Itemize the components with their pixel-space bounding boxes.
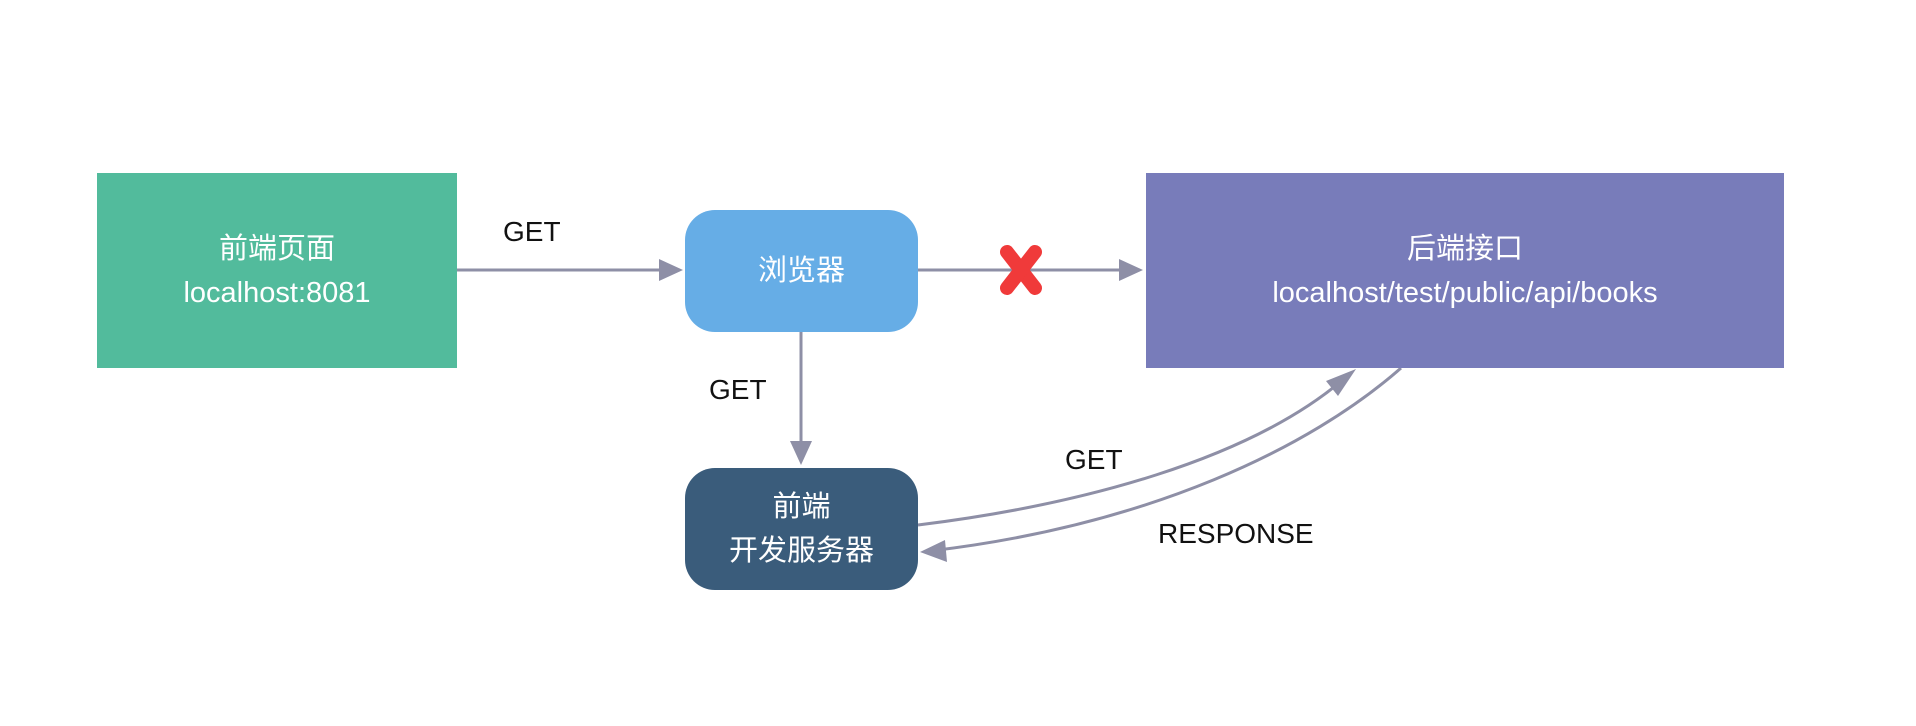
edge-label-browser-to-devserver: GET bbox=[709, 374, 767, 405]
dev-server-title-line2: 开发服务器 bbox=[728, 535, 874, 567]
browser-title: 浏览器 bbox=[757, 255, 845, 287]
frontend-page-node: 前端页面 localhost:8081 bbox=[97, 173, 457, 368]
arrowhead-page-to-browser bbox=[659, 259, 683, 281]
dev-server-node: 前端 开发服务器 bbox=[685, 468, 918, 590]
backend-api-node: 后端接口 localhost/test/public/api/books bbox=[1146, 173, 1784, 368]
frontend-page-host: localhost:8081 bbox=[183, 276, 371, 309]
arrowhead-browser-to-api bbox=[1119, 259, 1143, 281]
edge-devserver-to-api bbox=[917, 376, 1346, 527]
browser-node: 浏览器 bbox=[685, 210, 918, 332]
arrowhead-devserver-to-api bbox=[1326, 369, 1356, 396]
backend-api-url: localhost/test/public/api/books bbox=[1272, 276, 1658, 309]
frontend-page-title: 前端页面 bbox=[218, 232, 335, 265]
edge-label-api-to-devserver: RESPONSE bbox=[1158, 518, 1314, 549]
edge-label-page-to-browser: GET bbox=[503, 216, 561, 247]
diagram-canvas: 前端页面 localhost:8081 浏览器 后端接口 localhost/t… bbox=[0, 0, 1916, 726]
backend-api-title: 后端接口 bbox=[1406, 232, 1523, 265]
dev-server-title-line1: 前端 bbox=[772, 491, 831, 523]
arrowhead-api-to-devserver bbox=[920, 540, 947, 562]
arrowhead-browser-to-devserver bbox=[790, 441, 812, 465]
edge-label-devserver-to-api: GET bbox=[1065, 444, 1123, 475]
